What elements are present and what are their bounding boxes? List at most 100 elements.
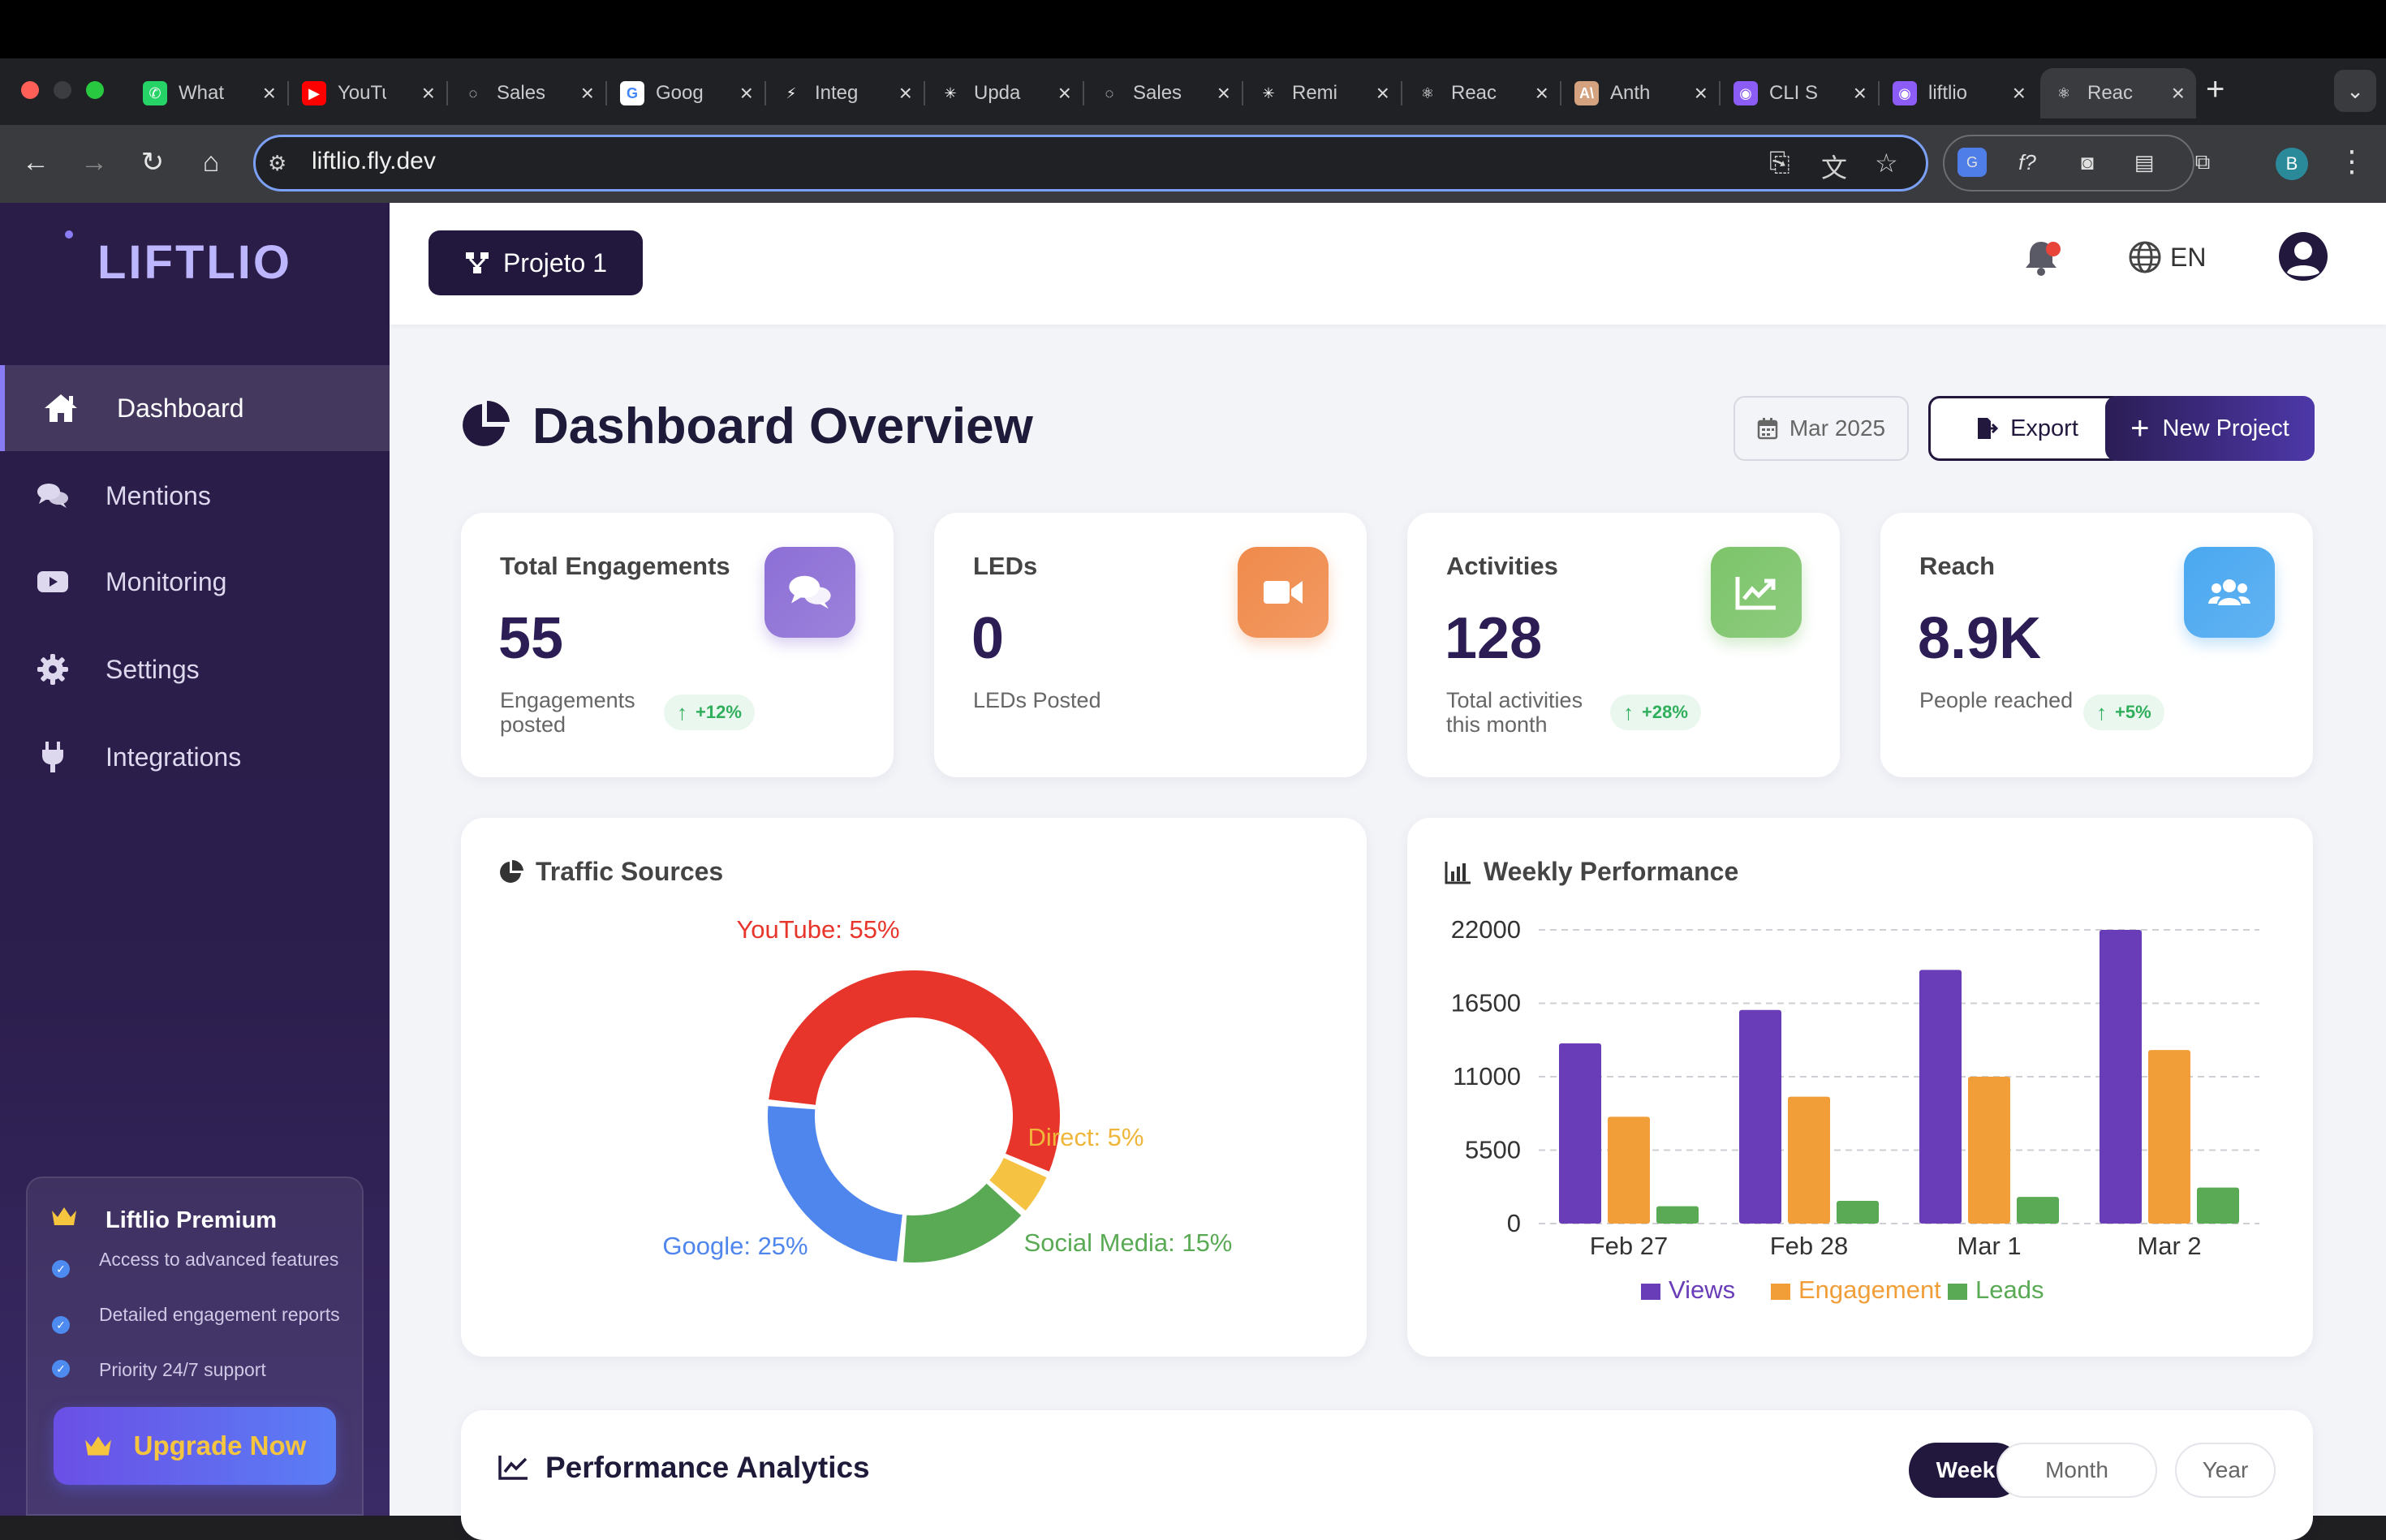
y-tick-label: 0	[1507, 1209, 1521, 1237]
close-window-button[interactable]	[21, 81, 39, 99]
close-tab-icon[interactable]: ×	[740, 80, 753, 106]
bar-leads[interactable]	[1837, 1201, 1879, 1224]
traffic-donut-chart[interactable]: YouTube: 55% Direct: 5% Social Media: 15% G…	[461, 818, 1367, 1357]
x-tick-label: Mar 1	[1957, 1232, 2021, 1260]
sidebar-item-dashboard[interactable]: Dashboard	[0, 365, 390, 451]
close-tab-icon[interactable]: ×	[1854, 80, 1867, 106]
install-app-icon[interactable]: ⎘	[1769, 148, 1790, 179]
close-tab-icon[interactable]: ×	[422, 80, 435, 106]
range-tab-month[interactable]: Month	[1996, 1443, 2157, 1498]
browser-tab[interactable]: G Goog ×	[609, 68, 764, 118]
close-tab-icon[interactable]: ×	[581, 80, 594, 106]
sidebar-item-mentions[interactable]: Mentions	[0, 453, 390, 539]
new-tab-button[interactable]: +	[2206, 71, 2224, 108]
close-tab-icon[interactable]: ×	[1217, 80, 1230, 106]
bookmark-star-icon[interactable]: ☆	[1875, 148, 1898, 179]
browser-menu-icon[interactable]: ⋮	[2337, 144, 2367, 179]
home-icon[interactable]: ⌂	[192, 143, 230, 182]
google-translate-extension-icon[interactable]: G	[1957, 148, 1987, 177]
new-project-button[interactable]: + New Project	[2105, 396, 2315, 461]
browser-tab[interactable]: ⚛ Reac ×	[2040, 68, 2196, 118]
bar-views[interactable]	[1739, 1009, 1781, 1224]
bar-leads[interactable]	[2017, 1197, 2059, 1224]
tab-search-button[interactable]: ⌄	[2334, 70, 2376, 112]
check-icon: ✓	[52, 1360, 70, 1378]
reload-button[interactable]: ↻	[133, 143, 172, 182]
forward-button[interactable]: →	[75, 143, 114, 182]
project-selector-button[interactable]: Projeto 1	[429, 230, 643, 295]
tab-title: Remi	[1292, 82, 1338, 104]
close-tab-icon[interactable]: ×	[2172, 80, 2185, 106]
close-tab-icon[interactable]: ×	[1695, 80, 1708, 106]
browser-tab[interactable]: ⚛ Reac ×	[1404, 68, 1560, 118]
sidebar-item-integrations[interactable]: Integrations	[0, 714, 390, 800]
growth-badge-text: +12%	[696, 702, 742, 722]
browser-tab[interactable]: ◌ Sales ×	[450, 68, 605, 118]
close-tab-icon[interactable]: ×	[263, 80, 276, 106]
translate-icon[interactable]: 文	[1821, 148, 1847, 185]
bar-leads[interactable]	[1656, 1206, 1699, 1224]
bar-engagement[interactable]	[1788, 1096, 1830, 1224]
bar-views[interactable]	[1559, 1043, 1601, 1224]
donut-slice-social-media[interactable]	[903, 1183, 1022, 1263]
maximize-window-button[interactable]	[86, 81, 104, 99]
close-tab-icon[interactable]: ×	[1058, 80, 1071, 106]
legend-label[interactable]: Views	[1669, 1275, 1735, 1304]
site-info-icon[interactable]: ⚙	[268, 151, 286, 176]
address-bar[interactable]	[253, 135, 1928, 191]
sidebar-item-monitoring[interactable]: Monitoring	[0, 539, 390, 625]
browser-tab[interactable]: ◉ CLI S ×	[1722, 68, 1878, 118]
export-button[interactable]: Export	[1928, 396, 2125, 461]
bar-views[interactable]	[2100, 930, 2142, 1224]
browser-tab[interactable]: ⚡ Integ ×	[768, 68, 924, 118]
browser-tab[interactable]: ◉ liftlio ×	[1881, 68, 2037, 118]
close-tab-icon[interactable]: ×	[1376, 80, 1389, 106]
home-icon	[5, 392, 117, 424]
close-tab-icon[interactable]: ×	[899, 80, 912, 106]
camera-extension-icon[interactable]: ◙	[2073, 148, 2102, 177]
user-account-icon[interactable]	[2277, 230, 2329, 282]
tab-separator	[605, 81, 607, 105]
browser-tab[interactable]: ✳ Remi ×	[1245, 68, 1401, 118]
bar-views[interactable]	[1919, 970, 1962, 1224]
x-tick-label: Feb 27	[1590, 1232, 1669, 1260]
browser-tab[interactable]: ◌ Sales ×	[1086, 68, 1242, 118]
close-tab-icon[interactable]: ×	[1535, 80, 1548, 106]
bar-engagement[interactable]	[1968, 1077, 2010, 1224]
weekly-bar-chart[interactable]: 22000 16500 11000 5500 0 Feb 27 Feb 28 Mar 1 Mar…	[1407, 818, 2313, 1357]
date-picker[interactable]: Mar 2025	[1734, 396, 1909, 461]
range-tab-year[interactable]: Year	[2175, 1443, 2276, 1498]
legend-label[interactable]: Engagement	[1798, 1275, 1941, 1304]
bar-engagement[interactable]	[2148, 1050, 2190, 1224]
browser-tab[interactable]: ✆ What ×	[131, 68, 287, 118]
sidebar-item-settings[interactable]: Settings	[0, 626, 390, 712]
performance-analytics-title: Performance Analytics	[545, 1451, 870, 1484]
formula-extension-icon[interactable]: f?	[2013, 148, 2042, 177]
legend-label[interactable]: Leads	[1975, 1275, 2044, 1304]
language-selector[interactable]: EN	[2128, 240, 2206, 274]
browser-tab[interactable]: ▶ YouTu ×	[291, 68, 446, 118]
browser-tab[interactable]: ✳ Upda ×	[927, 68, 1083, 118]
y-tick-label: 16500	[1451, 989, 1521, 1017]
sidebar-item-label: Mentions	[106, 480, 211, 510]
y-tick-label: 11000	[1453, 1062, 1521, 1090]
close-tab-icon[interactable]: ×	[2013, 80, 2026, 106]
crown-icon	[84, 1436, 111, 1456]
youtube-icon	[0, 570, 106, 594]
tab-title: Reac	[2087, 82, 2134, 104]
growth-badge-text: +5%	[2115, 702, 2151, 722]
bar-leads[interactable]	[2197, 1187, 2239, 1224]
comments-icon	[764, 547, 855, 638]
upgrade-now-button[interactable]: Upgrade Now	[54, 1407, 336, 1485]
puzzle-extensions-icon[interactable]: ⧉	[2188, 148, 2217, 177]
profile-avatar[interactable]: B	[2276, 148, 2308, 180]
stat-description: Total activities this month	[1446, 688, 1583, 737]
check-icon: ✓	[52, 1316, 70, 1334]
app-logo[interactable]: LIFTLIO	[0, 235, 390, 290]
browser-tab[interactable]: A\ Anth ×	[1563, 68, 1719, 118]
printer-extension-icon[interactable]: ▤	[2130, 148, 2159, 177]
stat-description: Engagements posted	[500, 688, 635, 737]
back-button[interactable]: ←	[16, 143, 55, 182]
bar-engagement[interactable]	[1608, 1116, 1650, 1224]
minimize-window-button[interactable]	[54, 81, 71, 99]
